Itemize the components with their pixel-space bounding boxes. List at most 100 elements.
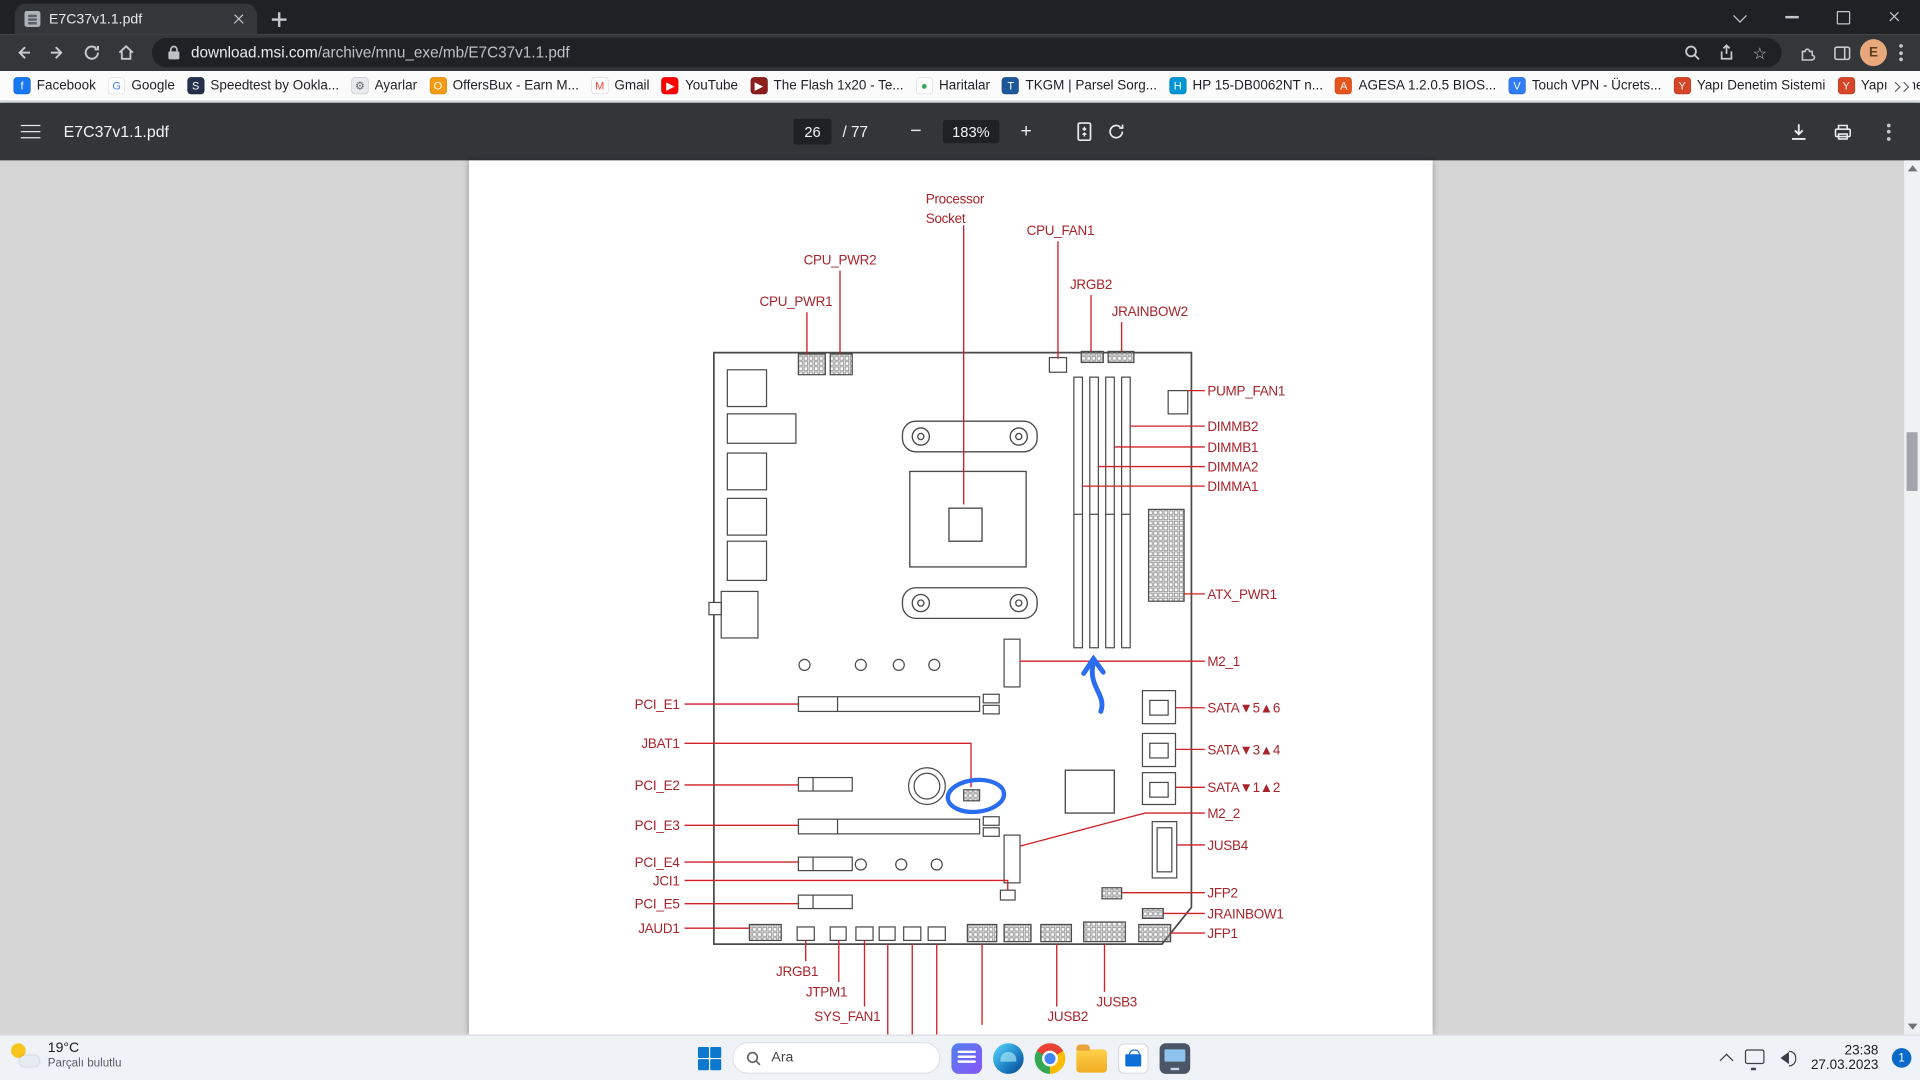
- pdf-menu-button[interactable]: [20, 124, 41, 139]
- bookmark-item[interactable]: G Google: [102, 75, 181, 97]
- pdf-favicon-icon: [24, 11, 41, 27]
- scroll-down-icon[interactable]: [1907, 1023, 1918, 1030]
- pdf-page-controls: / 77 − 183% +: [793, 118, 1127, 145]
- label-atx-pwr1: ATX_PWR1: [1207, 587, 1277, 602]
- bookmark-item[interactable]: ▶ YouTube: [656, 75, 744, 97]
- scrollbar-thumb[interactable]: [1906, 432, 1918, 492]
- volume-icon[interactable]: [1778, 1049, 1798, 1066]
- screen: E7C37v1.1.pdf download.msi.com /archive/…: [0, 0, 1920, 1080]
- label-dimmb1: DIMMB1: [1207, 440, 1258, 455]
- bookmark-item[interactable]: S Speedtest by Ookla...: [181, 75, 345, 97]
- taskbar-clock[interactable]: 23:38 27.03.2023: [1811, 1043, 1878, 1074]
- weather-temp: 19°C: [47, 1040, 80, 1056]
- close-button[interactable]: [1869, 0, 1920, 34]
- bookmark-favicon: V: [1508, 77, 1526, 95]
- bookmark-favicon: G: [108, 77, 126, 95]
- weather-widget[interactable]: 19°C Parçalı bulutlu: [10, 1040, 121, 1070]
- taskbar-store-icon[interactable]: [1117, 1042, 1149, 1074]
- clock-time: 23:38: [1844, 1042, 1879, 1058]
- search-placeholder: Ara: [771, 1050, 794, 1066]
- forward-button[interactable]: [42, 37, 74, 69]
- label-jusb3: JUSB3: [1096, 995, 1137, 1010]
- maximize-button[interactable]: [1817, 0, 1868, 34]
- label-m2-1: M2_1: [1207, 654, 1240, 669]
- taskbar-search[interactable]: Ara: [732, 1042, 941, 1074]
- bookmark-item[interactable]: O OffersBux - Earn M...: [423, 75, 585, 97]
- fit-page-icon[interactable]: [1074, 121, 1095, 142]
- label-dimmb2: DIMMB2: [1207, 419, 1258, 434]
- reload-button[interactable]: [76, 37, 108, 69]
- taskbar-file-explorer-icon[interactable]: [1076, 1043, 1107, 1073]
- bookmark-label: Yapı Denetim Sistemi: [1696, 78, 1826, 94]
- browser-tab[interactable]: E7C37v1.1.pdf: [14, 3, 258, 35]
- tab-close-icon[interactable]: [230, 10, 247, 27]
- vertical-scrollbar[interactable]: [1904, 160, 1920, 1035]
- tray-chevron-up-icon[interactable]: [1719, 1053, 1734, 1068]
- browser-menu-button[interactable]: [1889, 39, 1912, 66]
- bookmark-label: Facebook: [36, 78, 96, 94]
- dimm-slots: [1073, 376, 1131, 649]
- bookmark-favicon: ▶: [750, 77, 768, 95]
- home-button[interactable]: [110, 37, 142, 69]
- label-jfp2: JFP2: [1207, 886, 1237, 901]
- minimize-icon: [1784, 16, 1799, 19]
- taskbar-app-icon[interactable]: [1159, 1042, 1191, 1074]
- weather-icon: [10, 1041, 40, 1070]
- notification-badge[interactable]: 1: [1891, 1048, 1912, 1068]
- extensions-button[interactable]: [1791, 37, 1823, 69]
- zoom-out-button[interactable]: −: [902, 118, 929, 145]
- bookmark-item[interactable]: ▶ The Flash 1x20 - Te...: [744, 75, 910, 97]
- bookmark-label: HP 15-DB0062NT n...: [1192, 78, 1324, 94]
- network-icon[interactable]: [1744, 1049, 1765, 1066]
- start-button[interactable]: [697, 1046, 722, 1070]
- minimize-button[interactable]: [1766, 0, 1817, 34]
- tab-search-button[interactable]: [1714, 0, 1765, 34]
- chevron-right-icon: [1898, 81, 1910, 93]
- windows-taskbar: 19°C Parçalı bulutlu Ara 23:38 27.03.202…: [0, 1034, 1920, 1080]
- profile-avatar[interactable]: E: [1860, 39, 1887, 67]
- label-jusb2: JUSB2: [1047, 1009, 1088, 1024]
- download-icon[interactable]: [1789, 122, 1809, 142]
- bookmark-item[interactable]: A AGESA 1.2.0.5 BIOS...: [1329, 75, 1502, 97]
- bookmark-favicon: A: [1335, 77, 1353, 95]
- label-jtpm1: JTPM1: [806, 985, 847, 1000]
- label-processor-socket: Socket: [926, 211, 966, 226]
- bookmark-star-icon[interactable]: ☆: [1753, 45, 1767, 61]
- bookmark-label: TKGM | Parsel Sorg...: [1025, 78, 1157, 94]
- taskbar-chat-icon[interactable]: [951, 1042, 983, 1074]
- bookmark-item[interactable]: ⚙ Ayarlar: [345, 75, 423, 97]
- taskbar-edge-icon[interactable]: [993, 1042, 1024, 1074]
- bookmark-item[interactable]: Y Yapı Denetim Sistemi: [1667, 75, 1831, 97]
- bookmark-item[interactable]: H HP 15-DB0062NT n...: [1163, 75, 1329, 97]
- bookmark-item[interactable]: V Touch VPN - Ücrets...: [1502, 75, 1667, 97]
- pdf-viewport: Processor Socket CPU_FAN1 CPU_PWR2 CPU_P…: [0, 160, 1920, 1035]
- rotate-icon[interactable]: [1106, 121, 1127, 142]
- label-processor-socket: Processor: [926, 191, 985, 206]
- bookmark-item[interactable]: M Gmail: [585, 75, 656, 97]
- plus-icon: [271, 12, 287, 27]
- new-tab-button[interactable]: [264, 5, 293, 34]
- pdf-more-button[interactable]: [1877, 118, 1900, 145]
- share-icon[interactable]: [1718, 44, 1735, 61]
- taskbar-chrome-icon[interactable]: [1034, 1042, 1066, 1074]
- motherboard-diagram: Processor Socket CPU_FAN1 CPU_PWR2 CPU_P…: [635, 191, 1285, 1035]
- label-jrgb2: JRGB2: [1070, 277, 1112, 292]
- side-panel-button[interactable]: [1826, 37, 1858, 69]
- zoom-level[interactable]: 183%: [942, 120, 1000, 144]
- bookmarks-overflow-button[interactable]: [1890, 77, 1913, 97]
- bookmark-item[interactable]: T TKGM | Parsel Sorg...: [996, 75, 1163, 97]
- bookmark-label: Ayarlar: [374, 78, 418, 94]
- scroll-up-icon[interactable]: [1907, 165, 1918, 172]
- mounting-holes: [798, 658, 943, 871]
- label-jrainbow2: JRAINBOW2: [1112, 304, 1188, 319]
- bookmark-item[interactable]: ● Haritalar: [910, 75, 996, 97]
- label-jrainbow1: JRAINBOW1: [1207, 906, 1283, 921]
- back-button[interactable]: [7, 37, 39, 69]
- address-bar[interactable]: download.msi.com /archive/mnu_exe/mb/E7C…: [151, 37, 1782, 68]
- bookmark-item[interactable]: f Facebook: [7, 75, 102, 97]
- print-icon[interactable]: [1833, 122, 1853, 142]
- label-pci-e2: PCI_E2: [635, 778, 680, 793]
- zoom-in-button[interactable]: +: [1013, 118, 1040, 145]
- page-number-input[interactable]: [793, 118, 832, 145]
- zoom-icon[interactable]: [1684, 44, 1701, 61]
